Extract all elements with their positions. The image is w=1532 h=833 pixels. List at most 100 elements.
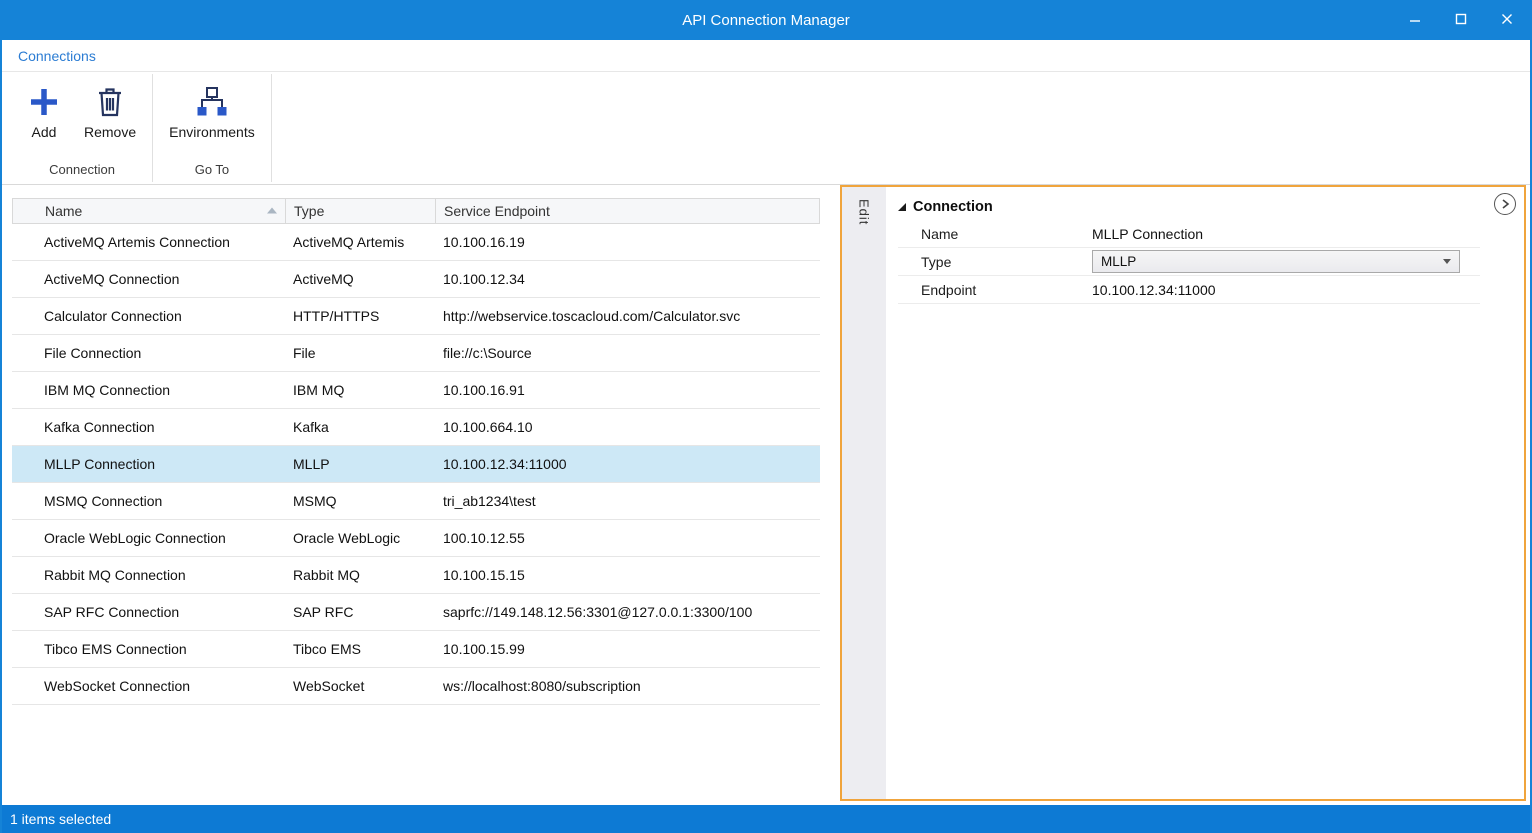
row-type-cell: Kafka xyxy=(285,419,435,435)
maximize-button[interactable] xyxy=(1438,0,1484,40)
row-name-cell: ActiveMQ Artemis Connection xyxy=(12,234,285,250)
titlebar: API Connection Manager xyxy=(2,0,1530,40)
environments-icon xyxy=(195,82,229,122)
tab-connections[interactable]: Connections xyxy=(18,48,96,64)
add-button-label: Add xyxy=(32,124,57,140)
add-button[interactable]: Add xyxy=(16,74,72,140)
row-name-cell: Rabbit MQ Connection xyxy=(12,567,285,583)
table-row[interactable]: Tibco EMS Connection Tibco EMS 10.100.15… xyxy=(12,631,820,668)
row-type-cell: MSMQ xyxy=(285,493,435,509)
type-select[interactable]: MLLP xyxy=(1092,250,1460,273)
row-type-cell: WebSocket xyxy=(285,678,435,694)
chevron-down-icon xyxy=(1443,259,1451,264)
row-type-cell: Oracle WebLogic xyxy=(285,530,435,546)
table-row[interactable]: IBM MQ Connection IBM MQ 10.100.16.91 xyxy=(12,372,820,409)
column-header-service-endpoint[interactable]: Service Endpoint xyxy=(436,199,819,223)
table-row[interactable]: Calculator Connection HTTP/HTTPS http://… xyxy=(12,298,820,335)
table-row[interactable]: File Connection File file://c:\Source xyxy=(12,335,820,372)
row-name-cell: MSMQ Connection xyxy=(12,493,285,509)
type-select-value: MLLP xyxy=(1101,254,1136,269)
field-row-name: Name MLLP Connection xyxy=(898,220,1480,248)
window-controls xyxy=(1392,0,1530,40)
row-name-cell: MLLP Connection xyxy=(12,456,285,472)
window-title: API Connection Manager xyxy=(2,12,1530,29)
table-row[interactable]: SAP RFC Connection SAP RFC saprfc://149.… xyxy=(12,594,820,631)
table-row[interactable]: Oracle WebLogic Connection Oracle WebLog… xyxy=(12,520,820,557)
row-endpoint-cell: 10.100.12.34 xyxy=(435,271,820,287)
table-row[interactable]: WebSocket Connection WebSocket ws://loca… xyxy=(12,668,820,705)
row-type-cell: Tibco EMS xyxy=(285,641,435,657)
row-endpoint-cell: file://c:\Source xyxy=(435,345,820,361)
connections-table-body: ActiveMQ Artemis Connection ActiveMQ Art… xyxy=(12,224,820,705)
row-type-cell: MLLP xyxy=(285,456,435,472)
row-name-cell: Oracle WebLogic Connection xyxy=(12,530,285,546)
ribbon-tab-strip: Connections xyxy=(2,40,1530,72)
connection-fields: Name MLLP Connection Type MLLP xyxy=(898,220,1480,304)
minimize-button[interactable] xyxy=(1392,0,1438,40)
row-name-cell: File Connection xyxy=(12,345,285,361)
api-connection-manager-window: API Connection Manager Connections xyxy=(0,0,1532,833)
maximize-icon xyxy=(1455,13,1467,28)
ribbon: Add Remove Connection xyxy=(2,72,1530,185)
row-endpoint-cell: 100.10.12.55 xyxy=(435,530,820,546)
expander-icon[interactable] xyxy=(898,203,906,211)
environments-button-label: Environments xyxy=(169,124,255,140)
connection-section-header: Connection xyxy=(898,195,1480,219)
minimize-icon xyxy=(1409,13,1421,28)
field-row-endpoint: Endpoint 10.100.12.34:11000 xyxy=(898,276,1480,304)
row-type-cell: SAP RFC xyxy=(285,604,435,620)
row-type-cell: File xyxy=(285,345,435,361)
row-endpoint-cell: 10.100.15.15 xyxy=(435,567,820,583)
column-header-name-label: Name xyxy=(45,203,82,219)
table-row[interactable]: MSMQ Connection MSMQ tri_ab1234\test xyxy=(12,483,820,520)
type-field-label: Type xyxy=(898,254,1086,270)
connections-table: Name Type Service Endpoint ActiveMQ Arte… xyxy=(12,198,820,705)
add-icon xyxy=(28,82,60,122)
ribbon-group-goto: Environments Go To xyxy=(153,72,271,184)
table-row[interactable]: Kafka Connection Kafka 10.100.664.10 xyxy=(12,409,820,446)
main-area: Name Type Service Endpoint ActiveMQ Arte… xyxy=(2,185,1530,805)
table-row[interactable]: Rabbit MQ Connection Rabbit MQ 10.100.15… xyxy=(12,557,820,594)
environments-button[interactable]: Environments xyxy=(157,74,267,140)
remove-button[interactable]: Remove xyxy=(72,74,148,140)
endpoint-field-label: Endpoint xyxy=(898,282,1086,298)
edit-panel: Edit Connection Name MLLP Connection xyxy=(840,185,1526,801)
trash-icon xyxy=(97,82,123,122)
column-header-name[interactable]: Name xyxy=(13,199,286,223)
ribbon-group-connection: Add Remove Connection xyxy=(12,72,152,184)
row-endpoint-cell: saprfc://149.148.12.56:3301@127.0.0.1:33… xyxy=(435,604,820,620)
row-type-cell: Rabbit MQ xyxy=(285,567,435,583)
row-type-cell: IBM MQ xyxy=(285,382,435,398)
row-endpoint-cell: 10.100.15.99 xyxy=(435,641,820,657)
edit-tab-strip: Edit xyxy=(842,187,886,799)
table-row[interactable]: ActiveMQ Artemis Connection ActiveMQ Art… xyxy=(12,224,820,261)
close-icon xyxy=(1501,13,1513,28)
ribbon-separator xyxy=(271,74,272,182)
row-name-cell: SAP RFC Connection xyxy=(12,604,285,620)
edit-panel-content: Connection Name MLLP Connection Type MLL… xyxy=(886,187,1524,799)
endpoint-field-value[interactable]: 10.100.12.34:11000 xyxy=(1086,282,1480,298)
status-bar: 1 items selected xyxy=(2,805,1530,833)
collapse-panel-button[interactable] xyxy=(1494,193,1516,215)
ribbon-group-goto-label: Go To xyxy=(189,160,235,184)
row-name-cell: ActiveMQ Connection xyxy=(12,271,285,287)
row-name-cell: Kafka Connection xyxy=(12,419,285,435)
row-type-cell: ActiveMQ Artemis xyxy=(285,234,435,250)
name-field-value[interactable]: MLLP Connection xyxy=(1086,226,1480,242)
row-type-cell: ActiveMQ xyxy=(285,271,435,287)
ribbon-group-connection-label: Connection xyxy=(43,160,121,184)
row-name-cell: Calculator Connection xyxy=(12,308,285,324)
close-button[interactable] xyxy=(1484,0,1530,40)
table-row[interactable]: MLLP Connection MLLP 10.100.12.34:11000 xyxy=(12,446,820,483)
row-endpoint-cell: 10.100.16.91 xyxy=(435,382,820,398)
edit-tab[interactable]: Edit xyxy=(857,199,872,799)
row-name-cell: Tibco EMS Connection xyxy=(12,641,285,657)
row-endpoint-cell: http://webservice.toscacloud.com/Calcula… xyxy=(435,308,820,324)
column-header-type[interactable]: Type xyxy=(286,199,436,223)
sort-ascending-icon xyxy=(267,208,277,214)
row-endpoint-cell: 10.100.12.34:11000 xyxy=(435,456,820,472)
chevron-right-icon xyxy=(1500,197,1510,212)
table-row[interactable]: ActiveMQ Connection ActiveMQ 10.100.12.3… xyxy=(12,261,820,298)
row-endpoint-cell: tri_ab1234\test xyxy=(435,493,820,509)
field-row-type: Type MLLP xyxy=(898,248,1480,276)
